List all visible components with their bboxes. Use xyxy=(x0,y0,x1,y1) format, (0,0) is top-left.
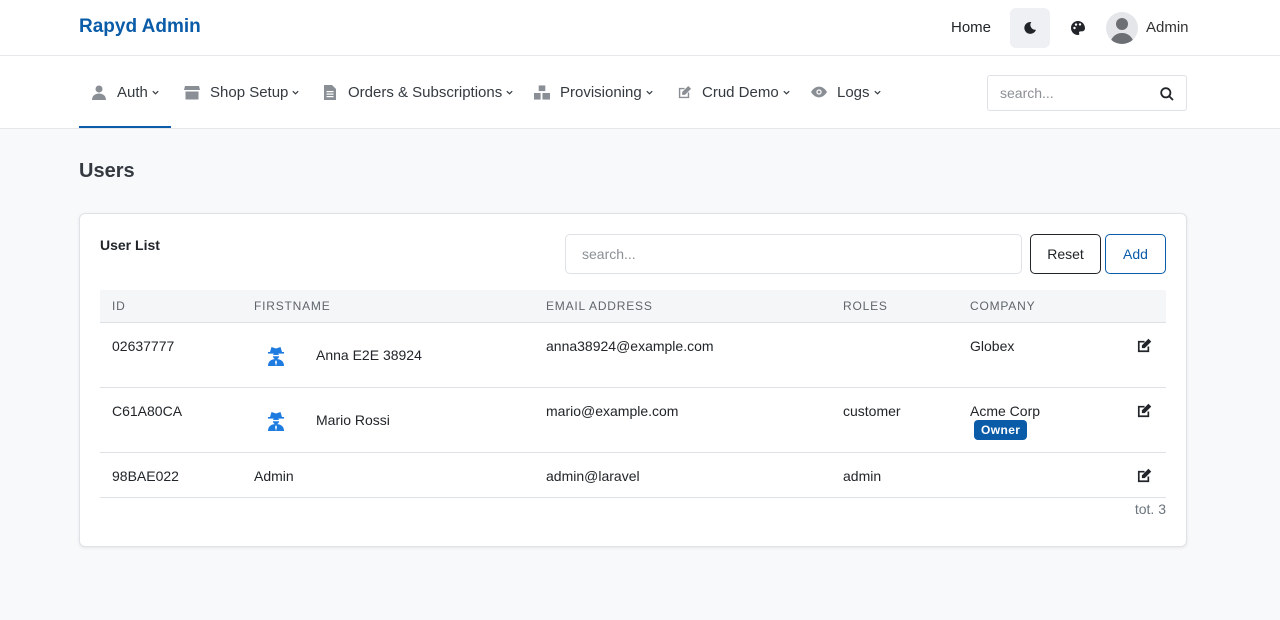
palette-icon xyxy=(1071,21,1085,35)
top-bar: Rapyd Admin Home Admin xyxy=(0,0,1280,56)
brand-logo[interactable]: Rapyd Admin xyxy=(79,16,201,38)
user-avatar-icon xyxy=(1110,18,1134,44)
nav-item-provisioning[interactable]: Provisioning xyxy=(534,56,654,128)
card-title: User List xyxy=(100,237,160,253)
nav-item-label: Provisioning xyxy=(560,83,642,101)
table-row[interactable]: 02637777 Anna E2E 38924 anna38924@exampl… xyxy=(100,323,1166,388)
cell-roles: admin xyxy=(843,468,882,484)
cell-company: Globex xyxy=(970,338,1015,354)
chevron-down-icon xyxy=(505,88,514,97)
table-header: ID FIRSTNAME EMAIL ADDRESS ROLES COMPANY xyxy=(100,290,1166,323)
nav-active-indicator xyxy=(79,126,171,128)
nav-item-auth[interactable]: Auth xyxy=(91,56,160,128)
column-header-firstname[interactable]: FIRSTNAME xyxy=(254,299,331,313)
user-secret-icon xyxy=(267,346,285,366)
cell-firstname: Admin xyxy=(254,468,294,484)
cell-id: 98BAE022 xyxy=(112,468,179,484)
nav-item-label: Crud Demo xyxy=(702,83,779,101)
nav-item-label: Shop Setup xyxy=(210,83,289,101)
table-row[interactable]: 98BAE022 Admin admin@laravel admin xyxy=(100,453,1166,498)
total-count: tot. 3 xyxy=(1134,501,1166,517)
avatar[interactable] xyxy=(1106,12,1138,44)
cell-email: admin@laravel xyxy=(546,468,640,484)
column-header-roles[interactable]: ROLES xyxy=(843,299,888,313)
column-header-company[interactable]: COMPANY xyxy=(970,299,1035,313)
palette-button[interactable] xyxy=(1068,18,1088,38)
cubes-icon xyxy=(534,84,550,100)
global-search[interactable] xyxy=(987,75,1187,111)
column-header-email[interactable]: EMAIL ADDRESS xyxy=(546,299,653,313)
nav-item-shop-setup[interactable]: Shop Setup xyxy=(184,56,300,128)
cell-roles: customer xyxy=(843,403,901,419)
edit-icon[interactable] xyxy=(1137,338,1153,354)
edit-icon xyxy=(676,84,692,100)
chevron-down-icon xyxy=(291,88,300,97)
chevron-down-icon xyxy=(782,88,791,97)
cell-email: anna38924@example.com xyxy=(546,338,714,354)
eye-icon xyxy=(811,84,827,100)
cell-id: 02637777 xyxy=(112,338,175,354)
nav-item-crud-demo[interactable]: Crud Demo xyxy=(676,56,791,128)
edit-icon[interactable] xyxy=(1137,403,1153,419)
page-title: Users xyxy=(79,160,135,182)
edit-icon[interactable] xyxy=(1137,468,1153,484)
user-menu-name[interactable]: Admin xyxy=(1146,19,1189,36)
add-button[interactable]: Add xyxy=(1105,234,1166,274)
cell-firstname: Mario Rossi xyxy=(316,412,390,428)
cell-id: C61A80CA xyxy=(112,403,183,419)
search-icon[interactable] xyxy=(1160,87,1174,104)
user-secret-icon xyxy=(267,411,285,431)
user-list-card: User List Reset Add ID FIRSTNAME EMAIL A… xyxy=(79,213,1187,547)
cell-company: Acme Corp xyxy=(970,403,1041,419)
store-icon xyxy=(184,84,200,100)
chevron-down-icon xyxy=(873,88,882,97)
user-search-input[interactable] xyxy=(565,234,1022,274)
company-role-badge: Owner xyxy=(974,420,1028,440)
global-search-input[interactable] xyxy=(1000,85,1150,101)
chevron-down-icon xyxy=(151,88,160,97)
main-nav: Auth Shop Setup Orders & Subscriptions P… xyxy=(0,56,1280,129)
cell-firstname: Anna E2E 38924 xyxy=(316,347,422,363)
home-link[interactable]: Home xyxy=(951,19,991,36)
cell-email: mario@example.com xyxy=(546,403,679,419)
theme-toggle-button[interactable] xyxy=(1010,8,1050,48)
user-icon xyxy=(91,84,107,100)
nav-item-label: Orders & Subscriptions xyxy=(348,83,503,101)
chevron-down-icon xyxy=(645,88,654,97)
nav-item-label: Logs xyxy=(837,83,870,101)
moon-icon xyxy=(1024,21,1036,34)
nav-item-logs[interactable]: Logs xyxy=(811,56,882,128)
file-icon xyxy=(322,84,338,100)
nav-item-label: Auth xyxy=(117,83,148,101)
reset-button[interactable]: Reset xyxy=(1030,234,1101,274)
column-header-id[interactable]: ID xyxy=(112,299,126,313)
nav-item-orders-subscriptions[interactable]: Orders & Subscriptions xyxy=(322,56,514,128)
table-row[interactable]: C61A80CA Mario Rossi mario@example.com c… xyxy=(100,388,1166,453)
